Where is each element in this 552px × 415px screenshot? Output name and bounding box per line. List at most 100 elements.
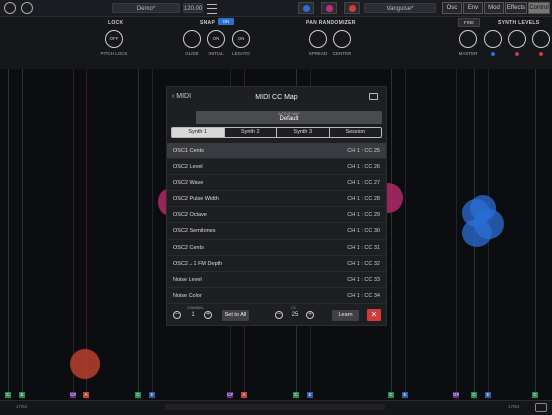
settings-icon[interactable] [4, 2, 16, 14]
synth2-level-dot [515, 52, 519, 56]
cc-assignment: CH 1 : CC 31 [347, 244, 380, 251]
synth-levels-title: SYNTH LEVELS [498, 20, 540, 26]
menu-icon[interactable] [207, 4, 217, 14]
tab-mod[interactable]: Mod [484, 2, 504, 14]
close-icon[interactable]: ✕ [367, 309, 381, 321]
note-tag: E [307, 392, 313, 398]
folder-icon[interactable] [369, 93, 378, 100]
fine-toggle[interactable]: FINE [458, 18, 480, 27]
active-map-selector[interactable]: ACTIVE MAP Default [196, 111, 382, 124]
collapse-icon[interactable] [535, 403, 547, 412]
synth1-select-button[interactable] [298, 2, 314, 14]
cc-assignment: CH 1 : CC 28 [347, 196, 380, 203]
grid-line [138, 69, 139, 399]
cc-increment-button[interactable]: + [306, 311, 314, 319]
center-knob[interactable] [333, 30, 351, 48]
list-item[interactable]: OSC2 Level CH 1 : CC 26 [167, 159, 386, 176]
cc-assignment: CH 1 : CC 30 [347, 228, 380, 235]
patch-selector[interactable]: Vanguise* [364, 3, 436, 13]
list-item[interactable]: OSC2 Semitones CH 1 : CC 30 [167, 223, 386, 240]
param-name: OSC2 Level [173, 164, 203, 171]
cc-value: 25 [291, 312, 299, 318]
tab-osc[interactable]: Osc [442, 2, 462, 14]
grid-line [391, 69, 392, 399]
red-dot-icon [349, 5, 356, 12]
tab-env[interactable]: Env [463, 2, 483, 14]
magenta-dot-icon [326, 5, 333, 12]
grid-line [73, 69, 74, 399]
note-tag: A [83, 392, 89, 398]
cc-assignment: CH 1 : CC 34 [347, 292, 380, 299]
grid-line [8, 69, 9, 399]
synth1-voice-blob[interactable] [462, 219, 492, 247]
note-tag: E [485, 392, 491, 398]
blue-dot-icon [303, 5, 310, 12]
note-tag: C [388, 392, 394, 398]
list-item[interactable]: OSC2 Cents CH 1 : CC 31 [167, 240, 386, 256]
learn-button[interactable]: Learn [332, 310, 359, 321]
tab-control[interactable]: Control [528, 2, 550, 14]
cc-assignment: CH 1 : CC 26 [347, 164, 380, 171]
help-icon[interactable] [21, 2, 33, 14]
param-name: OSC2→1 FM Depth [173, 260, 223, 267]
grid-line [405, 69, 406, 399]
synth1-voice-blob[interactable] [470, 195, 496, 221]
note-tag: C# [227, 392, 233, 398]
note-tag: A [241, 392, 247, 398]
list-item[interactable]: OSC2 Octave CH 1 : CC 29 [167, 207, 386, 224]
cc-assignment: CH 1 : CC 33 [347, 276, 380, 283]
initial-state: ON [212, 36, 220, 41]
list-item[interactable]: Noise Color CH 1 : CC 34 [167, 288, 386, 304]
spread-knob[interactable] [309, 30, 327, 48]
list-item[interactable]: OSC2→1 FM Depth CH 1 : CC 32 [167, 256, 386, 272]
synth-tabs: Synth 1 Synth 2 Synth 3 Session [171, 127, 382, 138]
note-tag: C [532, 392, 538, 398]
synth3-voice-blob[interactable] [70, 349, 100, 379]
channel-increment-button[interactable]: + [204, 311, 212, 319]
synth3-level-knob[interactable] [532, 30, 550, 48]
active-map-value: Default [279, 116, 299, 122]
tab-synth-1[interactable]: Synth 1 [172, 128, 225, 137]
set-to-all-button[interactable]: Set to All [222, 310, 249, 321]
cc-decrement-button[interactable]: − [275, 311, 283, 319]
initial-knob[interactable]: ON [207, 30, 225, 48]
legato-knob[interactable]: ON [232, 30, 250, 48]
note-tag: G# [453, 392, 460, 398]
grid-line [22, 69, 23, 399]
synth3-select-button[interactable] [344, 2, 360, 14]
note-tag: E [149, 392, 155, 398]
channel-decrement-button[interactable]: − [173, 311, 181, 319]
param-name: OSC2 Wave [173, 180, 204, 187]
master-label: MASTER [458, 51, 478, 56]
scroll-track[interactable] [165, 404, 385, 410]
tab-synth-3[interactable]: Synth 3 [277, 128, 330, 137]
note-tag: C [5, 392, 11, 398]
tab-synth-2[interactable]: Synth 2 [225, 128, 277, 137]
list-item[interactable]: OSC2 Wave CH 1 : CC 27 [167, 175, 386, 192]
list-item[interactable]: Noise Level CH 1 : CC 33 [167, 272, 386, 288]
tab-session[interactable]: Session [330, 128, 382, 137]
note-tag: C [293, 392, 299, 398]
tab-effects[interactable]: Effects [505, 2, 527, 14]
master-level-knob[interactable] [459, 30, 477, 48]
param-name: OSC1 Cents [173, 148, 204, 154]
legato-label: LEGATO [232, 51, 250, 56]
lock-title: LOCK [108, 20, 124, 26]
snap-title: SNAP [200, 20, 216, 26]
list-item[interactable]: OSC1 Cents CH 1 : CC 25 [167, 143, 386, 160]
glide-knob[interactable] [183, 30, 201, 48]
note-tag: E [402, 392, 408, 398]
panel-title: MIDI CC Map [255, 94, 298, 101]
synth1-level-dot [491, 52, 495, 56]
bpm-display[interactable]: 120.00 [183, 3, 203, 13]
pitch-lock-button[interactable]: OFF [105, 30, 123, 48]
cc-label: CC [291, 306, 297, 310]
synth2-select-button[interactable] [321, 2, 337, 14]
pitch-lock-label: PITCH LOCK [100, 51, 128, 56]
synth2-level-knob[interactable] [508, 30, 526, 48]
snap-toggle[interactable]: ON [218, 18, 234, 25]
synth1-level-knob[interactable] [484, 30, 502, 48]
top-bar: Demo* 120.00 Vanguise* Osc Env Mod Effec… [0, 0, 552, 17]
list-item[interactable]: OSC2 Pulse Width CH 1 : CC 28 [167, 191, 386, 208]
preset-selector[interactable]: Demo* [112, 3, 180, 13]
